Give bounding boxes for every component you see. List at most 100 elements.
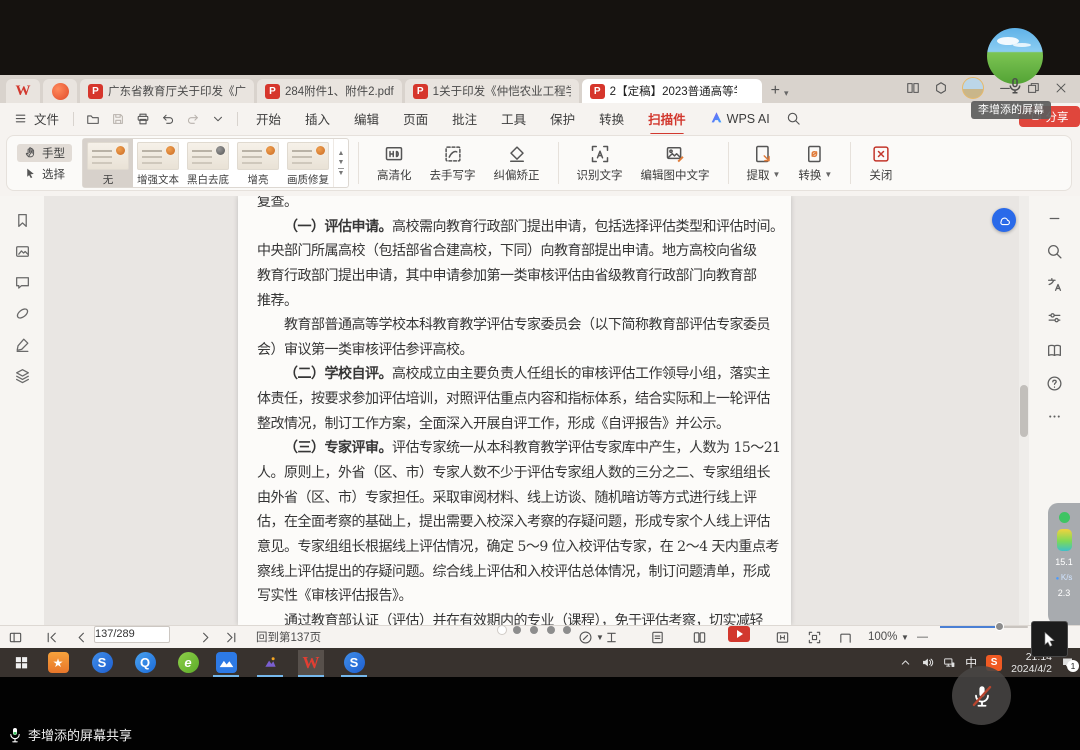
reading-mode-icon[interactable] bbox=[1046, 342, 1063, 359]
window-restore-icon[interactable] bbox=[1026, 81, 1040, 95]
next-page-icon[interactable] bbox=[198, 626, 213, 648]
cloud-tip-badge[interactable] bbox=[992, 208, 1016, 232]
remove-handwriting-button[interactable]: 去手写字 bbox=[421, 144, 485, 183]
user-avatar[interactable] bbox=[962, 77, 984, 99]
network-speed-widget[interactable]: 15.1 K/s 2.3 bbox=[1048, 503, 1080, 625]
filter-增亮[interactable]: 增亮 bbox=[233, 139, 283, 187]
undo-icon[interactable] bbox=[161, 112, 175, 126]
signature-icon[interactable] bbox=[14, 336, 31, 353]
hd-button[interactable]: 高清化 bbox=[368, 144, 421, 183]
zoom-level[interactable]: 100% bbox=[868, 626, 897, 648]
menu-item-批注[interactable]: 批注 bbox=[452, 109, 477, 128]
tab-doc-2[interactable]: P284附件1、附件2.pdf bbox=[257, 79, 402, 103]
menu-item-页面[interactable]: 页面 bbox=[403, 109, 428, 128]
zoom-out-button[interactable]: — bbox=[917, 626, 928, 648]
single-page-icon[interactable] bbox=[650, 626, 665, 648]
annotation-pen-icon[interactable] bbox=[578, 626, 593, 648]
folder-icon[interactable] bbox=[86, 112, 100, 126]
page-dot[interactable] bbox=[498, 626, 506, 634]
deskew-button[interactable]: 纠偏矫正 bbox=[485, 144, 549, 183]
taskbar-favorites-icon[interactable]: ★ bbox=[45, 650, 71, 675]
tab-doc-3[interactable]: P1关于印发《仲恺农业工程学院本 bbox=[405, 79, 579, 103]
taskbar-360-browser-icon[interactable]: e bbox=[175, 650, 201, 675]
chevron-up-icon[interactable] bbox=[899, 656, 912, 669]
scrollbar-thumb[interactable] bbox=[1020, 385, 1028, 437]
play-presentation-button[interactable] bbox=[728, 626, 750, 642]
tool-cursor[interactable]: 选择 bbox=[17, 165, 72, 183]
filter-增强文本[interactable]: 增强文本 bbox=[133, 139, 183, 187]
menu-item-工具[interactable]: 工具 bbox=[501, 109, 526, 128]
file-menu-button[interactable]: 文件 bbox=[0, 109, 69, 128]
window-close-icon[interactable] bbox=[1054, 81, 1068, 95]
page-dot[interactable] bbox=[563, 626, 571, 634]
taskbar-start-icon[interactable] bbox=[8, 650, 34, 675]
muted-mic-button[interactable] bbox=[952, 666, 1011, 725]
taskbar-mountain-app-icon[interactable] bbox=[257, 650, 283, 675]
labs-icon[interactable] bbox=[934, 81, 948, 95]
ocr-button[interactable]: 识别文字 bbox=[568, 144, 632, 183]
more-dots-icon[interactable] bbox=[1046, 408, 1063, 425]
chevron-down-icon[interactable] bbox=[211, 112, 225, 126]
menu-item-插入[interactable]: 插入 bbox=[305, 109, 330, 128]
help-icon[interactable] bbox=[1046, 375, 1063, 392]
gallery-scroll-buttons[interactable]: ▲▼▼ bbox=[333, 139, 348, 187]
split-view-icon[interactable] bbox=[906, 81, 920, 95]
page-ratio-icon[interactable] bbox=[775, 626, 790, 648]
tab-wps-home[interactable]: W bbox=[6, 79, 40, 103]
edit-image-text-button[interactable]: 编辑图中文字 bbox=[632, 144, 719, 183]
zoom-slider[interactable] bbox=[940, 626, 1028, 628]
layers-icon[interactable] bbox=[14, 367, 31, 384]
page-dot[interactable] bbox=[513, 626, 521, 634]
comment-icon[interactable] bbox=[14, 274, 31, 291]
fit-width-icon[interactable] bbox=[604, 626, 619, 648]
menu-item-编辑[interactable]: 编辑 bbox=[354, 109, 379, 128]
zoom-chevron-down-icon[interactable]: ▼ bbox=[901, 626, 909, 648]
back-to-page-link[interactable]: 回到第137页 bbox=[256, 626, 321, 648]
menu-item-开始[interactable]: 开始 bbox=[256, 109, 281, 128]
first-page-icon[interactable] bbox=[44, 626, 59, 648]
settings-sliders-icon[interactable] bbox=[1046, 309, 1063, 326]
crop-page-icon[interactable] bbox=[838, 626, 853, 648]
panel-toggle-icon[interactable] bbox=[8, 626, 23, 648]
search-icon[interactable] bbox=[786, 111, 801, 126]
taskbar-wps-office-icon[interactable]: W bbox=[298, 650, 324, 675]
last-page-icon[interactable] bbox=[224, 626, 239, 648]
tab-doc-4[interactable]: P2【定稿】2023普通高等学校 bbox=[582, 79, 762, 103]
menu-item-保护[interactable]: 保护 bbox=[550, 109, 575, 128]
convert-button[interactable]: 转换▼ bbox=[789, 144, 841, 183]
page-indicator[interactable]: 137/289 bbox=[94, 626, 170, 643]
chevron-down-icon[interactable]: ▼ bbox=[596, 626, 604, 648]
menu-item-WPS AI[interactable]: WPS AI bbox=[710, 111, 770, 127]
fit-screen-icon[interactable] bbox=[807, 626, 822, 648]
new-tab-button[interactable]: + bbox=[771, 82, 780, 100]
attachment-icon[interactable] bbox=[14, 305, 31, 322]
network-icon[interactable] bbox=[943, 656, 956, 669]
taskbar-sogou-browser-icon[interactable]: S bbox=[89, 650, 115, 675]
speaker-icon[interactable] bbox=[921, 656, 934, 669]
taskbar-tencent-meeting-icon[interactable] bbox=[213, 650, 239, 675]
tab-doc-1[interactable]: P广东省教育厅关于印发《广东省 bbox=[80, 79, 254, 103]
vertical-scrollbar[interactable] bbox=[1019, 196, 1029, 625]
page-dot[interactable] bbox=[547, 626, 555, 634]
save-icon[interactable] bbox=[111, 112, 125, 126]
filter-画质修复[interactable]: 画质修复 bbox=[283, 139, 333, 187]
tab-close-icon[interactable] bbox=[742, 84, 754, 98]
menu-item-扫描件[interactable]: 扫描件 bbox=[648, 109, 686, 128]
collapse-icon[interactable] bbox=[1046, 210, 1063, 227]
prev-page-icon[interactable] bbox=[74, 626, 89, 648]
extract-button[interactable]: 提取▼ bbox=[738, 144, 790, 183]
pdf-page[interactable]: 复查。（一）评估申请。高校需向教育行政部门提出申请，包括选择评估类型和评估时间。… bbox=[238, 196, 791, 625]
notification-icon[interactable]: 1 bbox=[1061, 656, 1074, 669]
thumbnail-icon[interactable] bbox=[14, 243, 31, 260]
redo-icon[interactable] bbox=[186, 112, 200, 126]
close-red-button[interactable]: 关闭 bbox=[860, 144, 901, 183]
translate-icon[interactable] bbox=[1046, 276, 1063, 293]
filter-黑白去底[interactable]: 黑白去底 bbox=[183, 139, 233, 187]
menu-item-转换[interactable]: 转换 bbox=[599, 109, 624, 128]
taskbar-qq-browser-icon[interactable]: Q bbox=[132, 650, 158, 675]
participant-video-avatar[interactable] bbox=[987, 28, 1043, 84]
taskbar-sogou-input-app-icon[interactable]: S bbox=[341, 650, 367, 675]
tool-hand[interactable]: 手型 bbox=[17, 144, 72, 162]
page-dot[interactable] bbox=[530, 626, 538, 634]
tab-app-orb[interactable] bbox=[43, 79, 77, 103]
